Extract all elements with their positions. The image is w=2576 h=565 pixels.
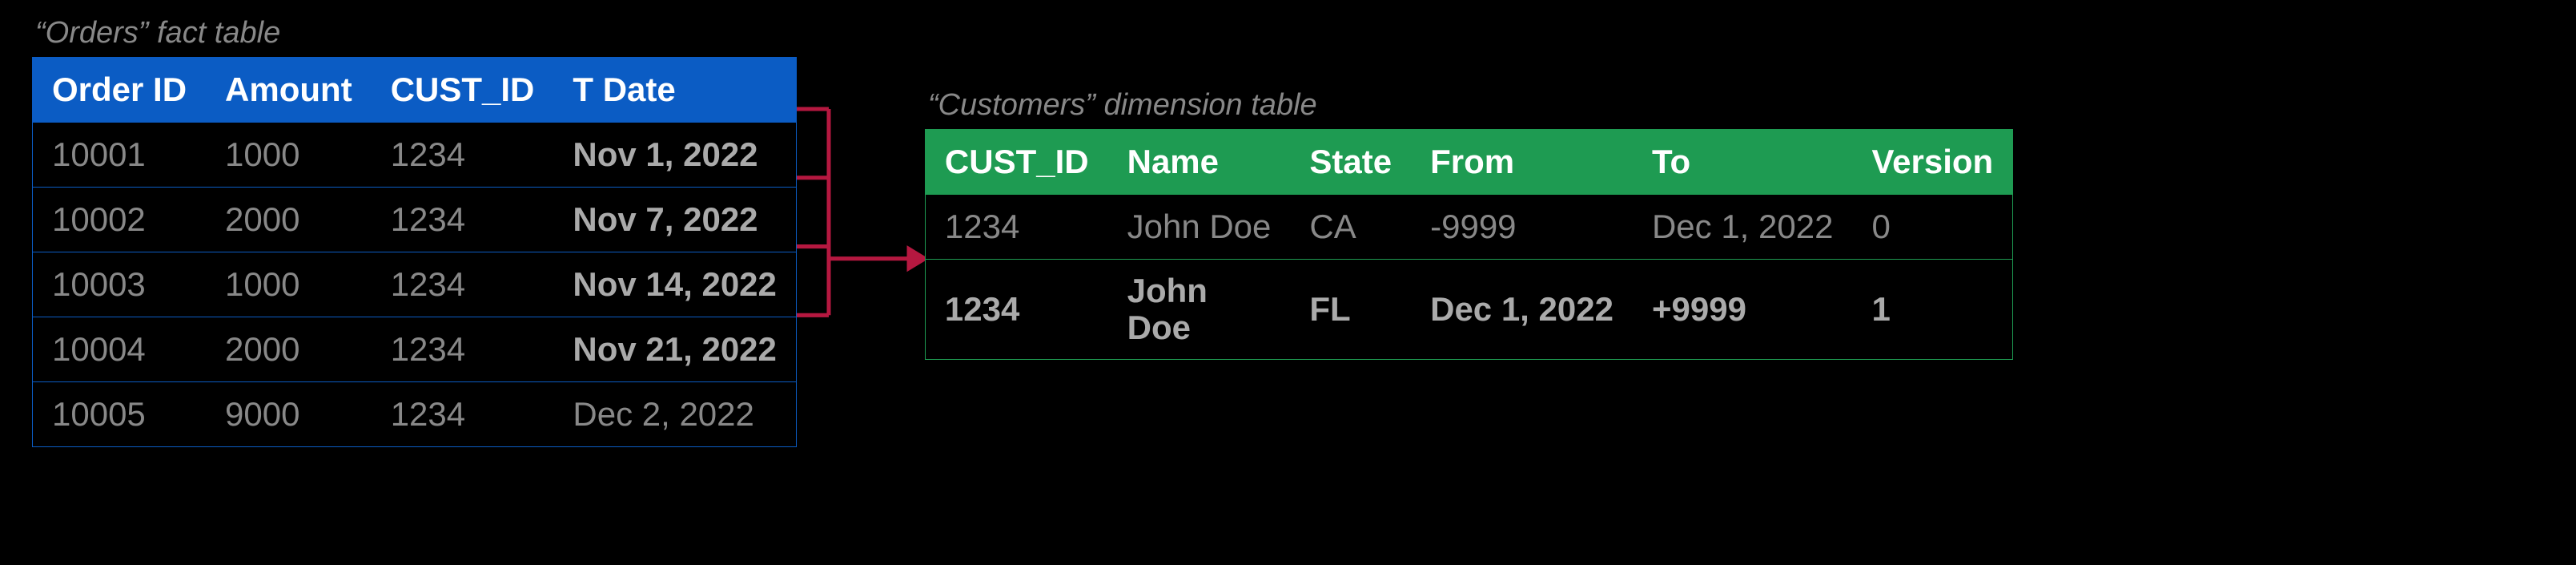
table-row: 1000310001234Nov 14, 2022 bbox=[33, 252, 797, 317]
orders-table-block: “Orders” fact table Order ID Amount CUST… bbox=[32, 16, 797, 447]
customers-table: CUST_ID Name State From To Version 1234J… bbox=[925, 129, 2013, 360]
table-cell: 2000 bbox=[206, 188, 372, 252]
col-order-id: Order ID bbox=[33, 58, 207, 123]
col-state: State bbox=[1290, 130, 1411, 195]
table-cell: 1234 bbox=[372, 317, 554, 382]
relation-arrow bbox=[797, 16, 925, 469]
table-cell: 10005 bbox=[33, 382, 207, 447]
table-cell: CA bbox=[1290, 195, 1411, 260]
table-cell: Dec 1, 2022 bbox=[1633, 195, 1853, 260]
table-cell: 1234 bbox=[372, 382, 554, 447]
table-cell: 1000 bbox=[206, 252, 372, 317]
table-cell: 9000 bbox=[206, 382, 372, 447]
table-row: 1000590001234Dec 2, 2022 bbox=[33, 382, 797, 447]
table-cell: 1234 bbox=[372, 188, 554, 252]
table-cell: Nov 14, 2022 bbox=[553, 252, 796, 317]
table-cell: JohnDoe bbox=[1108, 260, 1291, 360]
table-cell: John Doe bbox=[1108, 195, 1291, 260]
table-cell: Nov 1, 2022 bbox=[553, 123, 796, 188]
table-cell: 10004 bbox=[33, 317, 207, 382]
table-row: 1000420001234Nov 21, 2022 bbox=[33, 317, 797, 382]
table-cell: -9999 bbox=[1411, 195, 1633, 260]
table-cell: 10001 bbox=[33, 123, 207, 188]
table-cell: 1234 bbox=[372, 123, 554, 188]
table-cell: 1000 bbox=[206, 123, 372, 188]
table-row: 1234John DoeCA-9999Dec 1, 20220 bbox=[925, 195, 2012, 260]
col-from: From bbox=[1411, 130, 1633, 195]
col-amount: Amount bbox=[206, 58, 372, 123]
orders-header-row: Order ID Amount CUST_ID T Date bbox=[33, 58, 797, 123]
table-cell: 1234 bbox=[925, 195, 1107, 260]
table-row: 1234JohnDoeFLDec 1, 2022+99991 bbox=[925, 260, 2012, 360]
col-to: To bbox=[1633, 130, 1853, 195]
table-cell: 1234 bbox=[925, 260, 1107, 360]
orders-table: Order ID Amount CUST_ID T Date 100011000… bbox=[32, 57, 797, 447]
table-cell: 10002 bbox=[33, 188, 207, 252]
table-cell: 2000 bbox=[206, 317, 372, 382]
customers-caption: “Customers” dimension table bbox=[925, 88, 2013, 123]
table-row: 1000110001234Nov 1, 2022 bbox=[33, 123, 797, 188]
col-name: Name bbox=[1108, 130, 1291, 195]
table-cell: Dec 2, 2022 bbox=[553, 382, 796, 447]
customers-header-row: CUST_ID Name State From To Version bbox=[925, 130, 2012, 195]
table-cell: Nov 7, 2022 bbox=[553, 188, 796, 252]
table-row: 1000220001234Nov 7, 2022 bbox=[33, 188, 797, 252]
customers-table-block: “Customers” dimension table CUST_ID Name… bbox=[925, 88, 2013, 360]
orders-caption: “Orders” fact table bbox=[32, 16, 797, 50]
col-version: Version bbox=[1852, 130, 2012, 195]
table-cell: Nov 21, 2022 bbox=[553, 317, 796, 382]
table-cell: 1234 bbox=[372, 252, 554, 317]
table-cell: 0 bbox=[1852, 195, 2012, 260]
table-cell: 1 bbox=[1852, 260, 2012, 360]
col-cust-id2: CUST_ID bbox=[925, 130, 1107, 195]
table-cell: Dec 1, 2022 bbox=[1411, 260, 1633, 360]
table-cell: 10003 bbox=[33, 252, 207, 317]
table-cell: FL bbox=[1290, 260, 1411, 360]
col-t-date: T Date bbox=[553, 58, 796, 123]
col-cust-id: CUST_ID bbox=[372, 58, 554, 123]
table-cell: +9999 bbox=[1633, 260, 1853, 360]
